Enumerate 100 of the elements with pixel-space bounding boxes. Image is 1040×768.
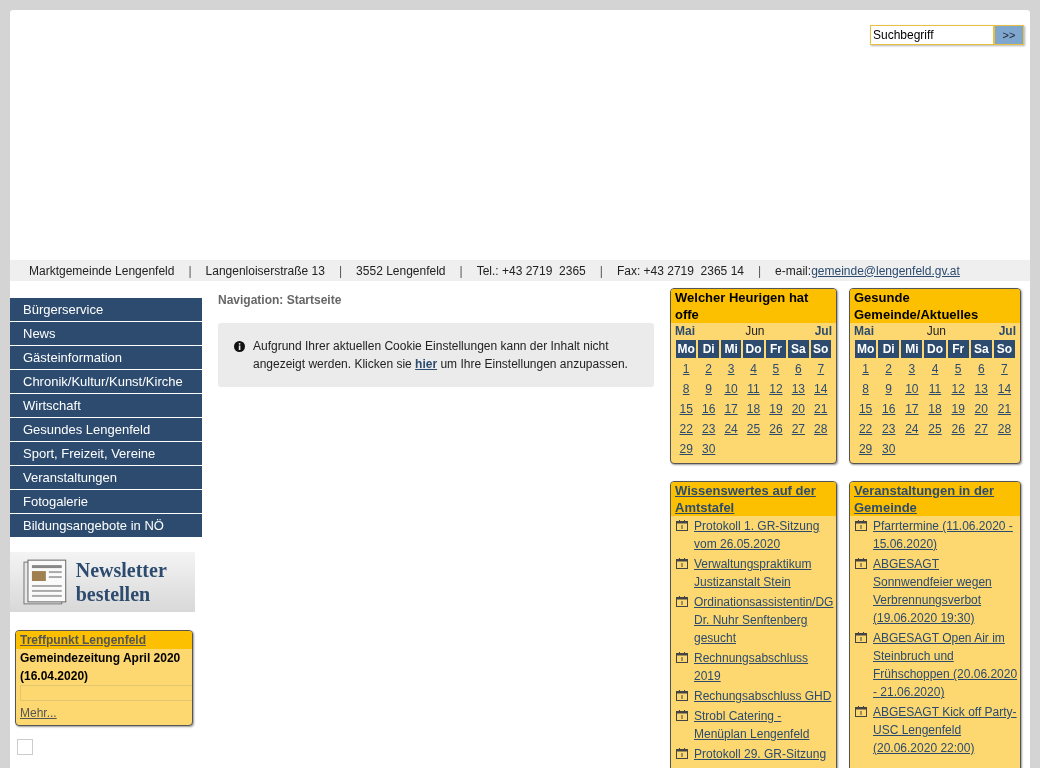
day-link[interactable]: 1: [862, 362, 869, 376]
day-link[interactable]: 23: [882, 422, 896, 436]
news-link[interactable]: Protokoll 1. GR-Sitzung vom 26.05.2020: [694, 517, 836, 553]
day-link[interactable]: 29: [679, 442, 693, 456]
day-link[interactable]: 20: [974, 402, 988, 416]
more-link[interactable]: Mehr...: [16, 701, 192, 725]
day-link[interactable]: 6: [977, 362, 985, 376]
day-link[interactable]: 18: [928, 402, 942, 416]
day-link[interactable]: 14: [997, 382, 1012, 396]
day-link[interactable]: 26: [951, 422, 965, 436]
news-link[interactable]: Verwaltungspraktikum Justizanstalt Stein: [694, 555, 836, 591]
weekday-header: Sa: [788, 340, 809, 358]
day-link[interactable]: 11: [928, 382, 942, 396]
day-link[interactable]: 22: [679, 422, 693, 436]
day-link[interactable]: 18: [746, 402, 761, 416]
day-link[interactable]: 19: [769, 402, 783, 416]
day-link[interactable]: 30: [882, 442, 896, 456]
day-link[interactable]: 7: [1001, 362, 1008, 376]
nav-item[interactable]: Gästeinformation: [10, 346, 202, 370]
search-button[interactable]: >>: [994, 25, 1024, 45]
day-link[interactable]: 30: [701, 442, 716, 456]
day-link[interactable]: 27: [791, 422, 806, 436]
day-link[interactable]: 3: [908, 362, 916, 376]
email-link[interactable]: gemeinde@lengenfeld.gv.at: [811, 261, 960, 280]
day-link[interactable]: 5: [772, 362, 780, 376]
news-link[interactable]: Rechungsabschluss GHD: [694, 687, 832, 705]
day-link[interactable]: 21: [814, 402, 828, 416]
news-link[interactable]: Pfarrtermine (11.06.2020 - 15.06.2020): [873, 517, 1020, 553]
settings-link[interactable]: hier: [415, 357, 438, 371]
day-link[interactable]: 22: [858, 422, 873, 436]
day-link[interactable]: 14: [814, 382, 828, 396]
weekday-header: Fr: [765, 340, 787, 358]
day-link[interactable]: 24: [905, 422, 919, 436]
day-link[interactable]: 26: [769, 422, 783, 436]
day-link[interactable]: 25: [928, 422, 942, 436]
nav-item[interactable]: Wirtschaft: [10, 394, 202, 418]
weekday-header: So: [993, 340, 1015, 358]
day-link[interactable]: 4: [931, 362, 939, 376]
nav-item[interactable]: Bildungsangebote in NÖ: [10, 514, 202, 538]
day-link[interactable]: 15: [679, 402, 693, 416]
day-link[interactable]: 12: [769, 382, 783, 396]
news-link[interactable]: Ordinationsassistentin/DG Dr. Nuhr Senftenberg gesucht: [694, 593, 836, 647]
news-link[interactable]: ABGESAGT Kick off Party- USC Lengenfeld (20.06.2020 22:00): [873, 703, 1020, 757]
contact-text: 3552 Lengenfeld: [356, 262, 446, 280]
day-link[interactable]: 7: [817, 362, 825, 376]
day-link[interactable]: 13: [974, 382, 988, 396]
day-link[interactable]: 5: [954, 362, 962, 376]
news-link[interactable]: Rechnungsabschluss 2019: [694, 649, 836, 685]
weekday-header: Di: [698, 340, 719, 358]
day-link[interactable]: 16: [882, 402, 896, 416]
day-link[interactable]: 2: [885, 362, 893, 376]
nav-item[interactable]: Veranstaltungen: [10, 466, 202, 490]
next-month-link[interactable]: Jul: [998, 323, 1016, 340]
search-field[interactable]: Suchbegriff: [870, 25, 994, 45]
newsletter-banner[interactable]: Newsletter bestellen: [10, 552, 195, 612]
day-link[interactable]: 17: [905, 402, 919, 416]
nav-item[interactable]: Sport, Freizeit, Vereine: [10, 442, 202, 466]
prev-month-link[interactable]: Mai: [854, 323, 874, 340]
day-link[interactable]: 1: [682, 362, 690, 376]
day-link[interactable]: 11: [747, 382, 760, 396]
calendar-title: Gesunde Gemeinde/Aktuelles: [850, 289, 1020, 323]
day-link[interactable]: 29: [858, 442, 873, 456]
day-link[interactable]: 15: [858, 402, 873, 416]
nav-item[interactable]: News: [10, 322, 202, 346]
day-link[interactable]: 20: [791, 402, 806, 416]
day-link[interactable]: 12: [951, 382, 965, 396]
nav-item[interactable]: Gesundes Lengenfeld: [10, 418, 202, 442]
prev-month-link[interactable]: Mai: [675, 323, 695, 340]
day-link[interactable]: 25: [746, 422, 761, 436]
day-link[interactable]: 23: [701, 422, 716, 436]
day-link[interactable]: 17: [724, 402, 738, 416]
day-link[interactable]: 10: [724, 382, 738, 396]
day-link[interactable]: 24: [724, 422, 738, 436]
day-link[interactable]: 3: [727, 362, 735, 376]
news-link[interactable]: Strobl Catering - Menüplan Lengenfeld: [694, 707, 836, 743]
day-link[interactable]: 10: [905, 382, 919, 396]
day-link[interactable]: 2: [705, 362, 712, 376]
news-link[interactable]: ABGESAGT Open Air im Steinbruch und Frühschoppen (20.06.2020 - 21.06.2020): [873, 629, 1020, 701]
day-link[interactable]: 16: [701, 402, 716, 416]
breadcrumb: Navigation: Startseite: [218, 292, 343, 309]
next-month-link[interactable]: Jul: [814, 323, 832, 340]
calendar-icon: [676, 520, 688, 531]
day-link[interactable]: 8: [862, 382, 869, 396]
day-link[interactable]: 21: [997, 402, 1012, 416]
day-link[interactable]: 28: [814, 422, 828, 436]
news-link[interactable]: ABGESAGT Sonnwendfeier wegen Verbrennungsverbot (19.06.2020 19:30): [873, 555, 1020, 627]
day-link[interactable]: 9: [705, 382, 712, 396]
day-link[interactable]: 8: [682, 382, 690, 396]
day-link[interactable]: 19: [951, 402, 965, 416]
day-link[interactable]: 4: [750, 362, 757, 376]
news-link[interactable]: Protokoll 29. GR-Sitzung: [694, 745, 827, 763]
day-link[interactable]: 13: [791, 382, 806, 396]
nav-item[interactable]: Chronik/Kultur/Kunst/Kirche: [10, 370, 202, 394]
day-link[interactable]: 9: [885, 382, 893, 396]
day-link[interactable]: 27: [974, 422, 988, 436]
nav-item[interactable]: Fotogalerie: [10, 490, 202, 514]
separator-text: |: [458, 262, 464, 280]
day-link[interactable]: 28: [997, 422, 1012, 436]
day-link[interactable]: 6: [795, 362, 802, 376]
nav-item[interactable]: Bürgerservice: [10, 298, 202, 322]
